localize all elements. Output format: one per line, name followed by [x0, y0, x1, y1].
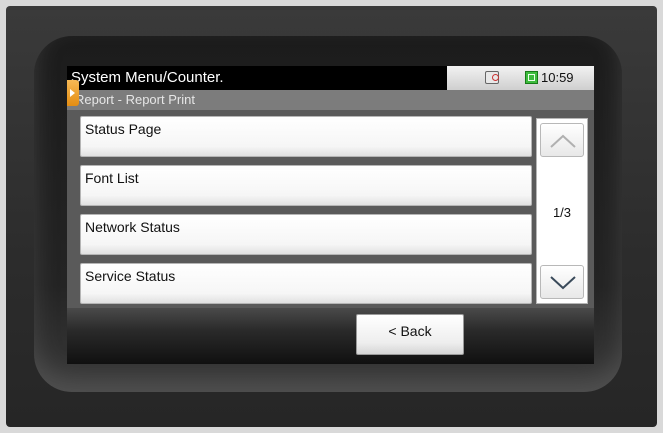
- breadcrumb: Report - Report Print: [67, 90, 594, 110]
- scroll-down-button[interactable]: [540, 265, 584, 299]
- page-title: System Menu/Counter.: [67, 66, 447, 90]
- pager-panel: 1/3: [536, 118, 588, 304]
- list-item-font-list[interactable]: Font List: [80, 165, 532, 206]
- scroll-up-button[interactable]: [540, 123, 584, 157]
- back-button[interactable]: < Back: [356, 314, 464, 355]
- clock-time: 10:59: [541, 70, 574, 85]
- bottom-bar: < Back: [67, 308, 594, 364]
- list-item-network-status[interactable]: Network Status: [80, 214, 532, 255]
- chevron-down-icon: [550, 276, 576, 290]
- fax-status-icon: [485, 71, 499, 84]
- back-arrow-tab[interactable]: [67, 80, 79, 106]
- touch-screen: System Menu/Counter. 10:59 Report - Repo…: [67, 66, 594, 364]
- list-item-status-page[interactable]: Status Page: [80, 116, 532, 157]
- clock-icon: [525, 71, 538, 84]
- page-indicator: 1/3: [552, 205, 572, 220]
- chevron-up-icon: [550, 134, 576, 148]
- list-item-service-status[interactable]: Service Status: [80, 263, 532, 304]
- status-area: 10:59: [447, 66, 594, 90]
- status-bar: System Menu/Counter. 10:59: [67, 66, 594, 90]
- report-list: Status Page Font List Network Status Ser…: [67, 110, 594, 308]
